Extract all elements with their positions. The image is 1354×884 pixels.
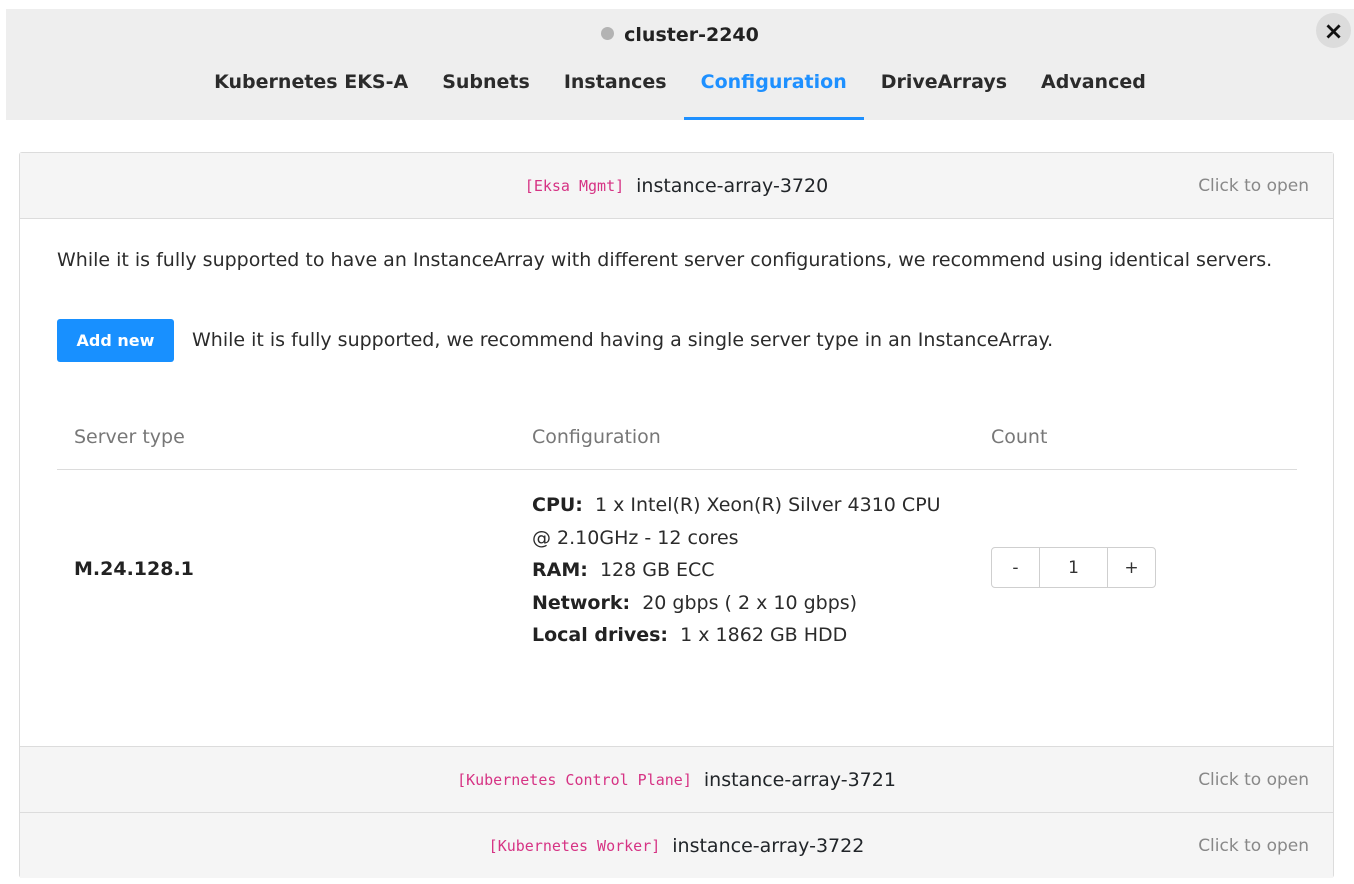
instance-arrays-panel: [Eksa Mgmt] instance-array-3720 Click to…	[19, 152, 1334, 878]
tab-subnets[interactable]: Subnets	[425, 61, 547, 120]
accordion-title: instance-array-3721	[703, 768, 896, 791]
accordion-hint: Click to open	[1198, 175, 1309, 196]
accordion-header-instance-array-3722[interactable]: [Kubernetes Worker] instance-array-3722 …	[20, 812, 1333, 878]
cpu-value: 1 x Intel(R) Xeon(R) Silver 4310 CPU @ 2…	[532, 494, 941, 549]
accordion-tag: [Kubernetes Worker]	[488, 836, 661, 855]
tab-bar: Kubernetes EKS-A Subnets Instances Confi…	[6, 61, 1354, 120]
network-value: 20 gbps ( 2 x 10 gbps)	[642, 591, 858, 614]
ram-label: RAM:	[532, 559, 588, 581]
tab-drivearrays[interactable]: DriveArrays	[864, 61, 1024, 120]
accordion-header-instance-array-3721[interactable]: [Kubernetes Control Plane] instance-arra…	[20, 746, 1333, 812]
tab-kubernetes-eks-a[interactable]: Kubernetes EKS-A	[197, 61, 425, 120]
drives-line: Local drives: 1 x 1862 GB HDD	[532, 619, 962, 652]
ram-line: RAM: 128 GB ECC	[532, 554, 962, 587]
drives-label: Local drives:	[532, 624, 669, 646]
accordion-header-instance-array-3720[interactable]: [Eksa Mgmt] instance-array-3720 Click to…	[20, 153, 1333, 219]
info-text: While it is fully supported to have an I…	[57, 249, 1273, 271]
cpu-label: CPU:	[532, 494, 583, 516]
network-line: Network: 20 gbps ( 2 x 10 gbps)	[532, 587, 962, 620]
count-stepper: - 1 +	[991, 547, 1156, 588]
drives-value: 1 x 1862 GB HDD	[680, 624, 848, 646]
count-value[interactable]: 1	[1039, 548, 1108, 587]
add-new-button[interactable]: Add new	[57, 319, 174, 362]
column-header-server-type: Server type	[74, 426, 185, 448]
decrement-button[interactable]: -	[992, 548, 1039, 587]
table-header-divider	[57, 469, 1297, 470]
configuration-cell: CPU: 1 x Intel(R) Xeon(R) Silver 4310 CP…	[532, 489, 962, 652]
top-bar: cluster-2240 × Kubernetes EKS-A Subnets …	[6, 9, 1354, 120]
accordion-title: instance-array-3720	[636, 174, 829, 197]
accordion-tag: [Kubernetes Control Plane]	[457, 770, 692, 789]
accordion-tag: [Eksa Mgmt]	[524, 176, 625, 195]
accordion-title: instance-array-3722	[672, 834, 865, 857]
increment-button[interactable]: +	[1108, 548, 1155, 587]
accordion-hint: Click to open	[1198, 835, 1309, 856]
cpu-line: CPU: 1 x Intel(R) Xeon(R) Silver 4310 CP…	[532, 489, 962, 554]
tab-advanced[interactable]: Advanced	[1024, 61, 1163, 120]
column-header-configuration: Configuration	[532, 426, 661, 448]
page-title: cluster-2240	[6, 24, 1354, 46]
network-label: Network:	[532, 591, 631, 614]
accordion-hint: Click to open	[1198, 769, 1309, 790]
ram-value: 128 GB ECC	[599, 559, 715, 581]
status-dot-icon	[601, 27, 615, 40]
server-type-value: M.24.128.1	[74, 558, 194, 580]
tab-configuration[interactable]: Configuration	[683, 61, 864, 120]
column-header-count: Count	[991, 426, 1048, 448]
tab-instances[interactable]: Instances	[547, 61, 684, 120]
add-note-text: While it is fully supported, we recommen…	[192, 329, 1054, 351]
cluster-name: cluster-2240	[624, 24, 759, 46]
close-button[interactable]: ×	[1316, 13, 1351, 48]
